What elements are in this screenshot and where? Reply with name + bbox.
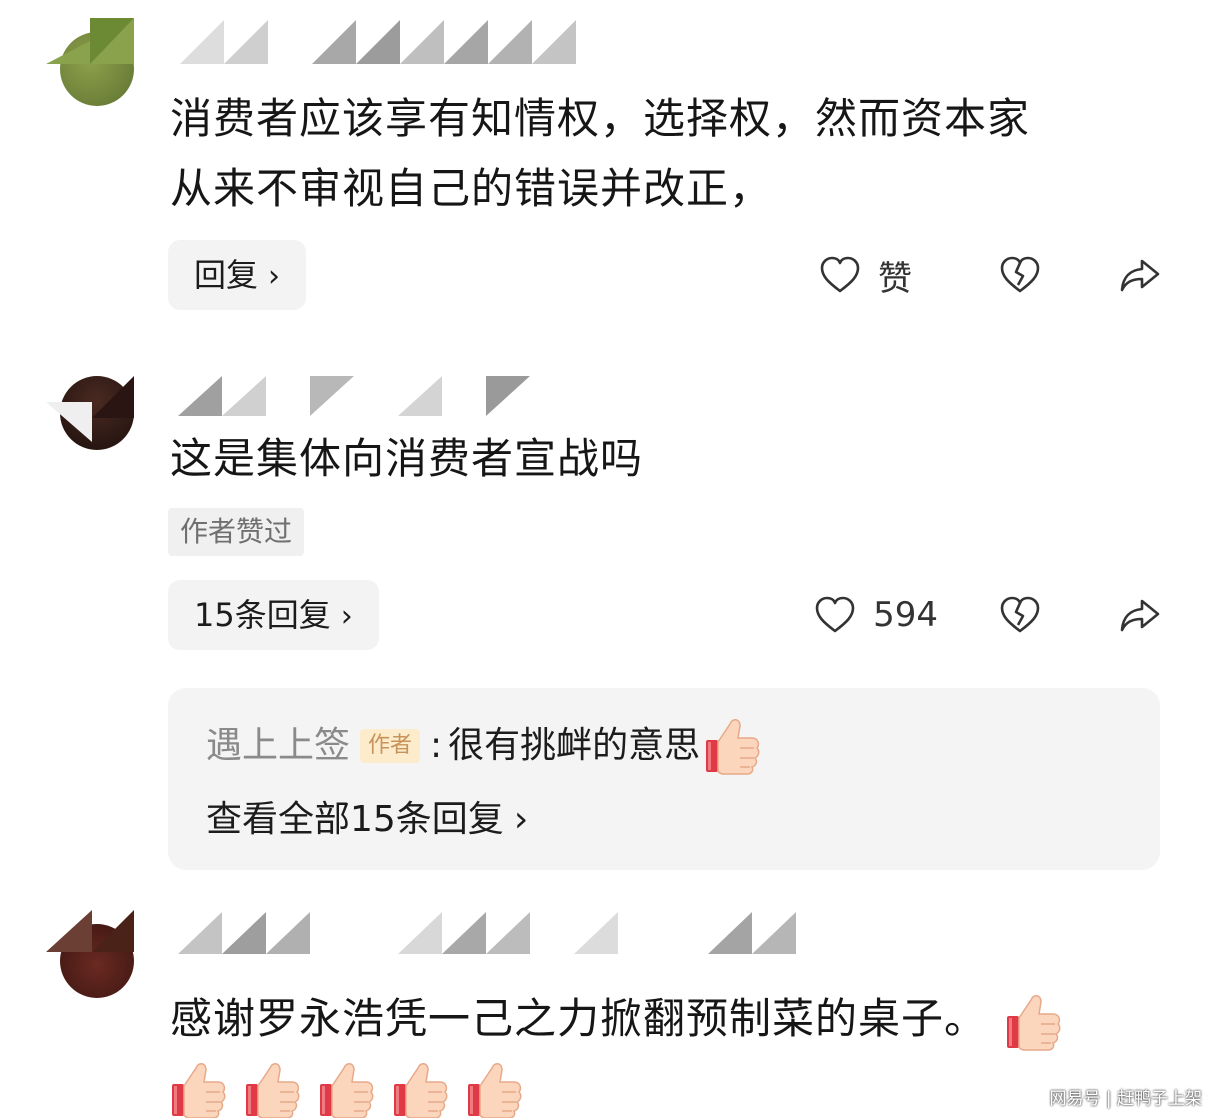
watermark: 网易号 | 赶鸭子上架 bbox=[1049, 1089, 1202, 1109]
comment-text: 消费者应该享有知情权，选择权，然而资本家 从来不审视自己的错误并改正， bbox=[170, 84, 1150, 224]
heart-icon bbox=[818, 253, 862, 297]
reply-count-label: 15条回复 bbox=[194, 596, 331, 634]
comment-actions: 594 bbox=[813, 580, 1162, 650]
author-liked-tag: 作者赞过 bbox=[168, 508, 305, 556]
view-all-replies-link[interactable]: 查看全部15条回复 › bbox=[206, 792, 528, 848]
heart-icon bbox=[813, 593, 857, 637]
thumbs-up-emoji bbox=[704, 714, 760, 778]
like-button[interactable]: 594 bbox=[813, 593, 938, 637]
thumbs-up-emoji bbox=[170, 1058, 226, 1118]
thumbs-up-emoji bbox=[1005, 990, 1061, 1054]
nested-reply: 遇上上签 作者 : 很有挑衅的意思 bbox=[206, 714, 760, 778]
thumbs-up-emoji-row bbox=[170, 1058, 522, 1118]
avatar[interactable] bbox=[46, 362, 138, 454]
author-badge: 作者 bbox=[360, 729, 421, 763]
comment-text: 这是集体向消费者宣战吗 bbox=[170, 434, 644, 483]
comment-text-line-2: 从来不审视自己的错误并改正， bbox=[170, 164, 773, 213]
thumbs-up-emoji bbox=[318, 1058, 374, 1118]
like-button[interactable]: 赞 bbox=[818, 251, 938, 300]
broken-heart-icon[interactable] bbox=[998, 593, 1042, 637]
username-mosaic[interactable] bbox=[180, 20, 580, 80]
thumbs-up-emoji bbox=[244, 1058, 300, 1118]
reply-label: 回复 bbox=[194, 256, 259, 294]
avatar[interactable] bbox=[46, 910, 138, 1002]
comment-text: 感谢罗永浩凭一己之力掀翻预制菜的桌子。 bbox=[170, 984, 1180, 1054]
view-replies-button[interactable]: 15条回复 › bbox=[168, 580, 379, 650]
share-icon[interactable] bbox=[1118, 593, 1162, 637]
reply-button[interactable]: 回复 › bbox=[168, 240, 307, 310]
thumbs-up-emoji bbox=[466, 1058, 522, 1118]
avatar[interactable] bbox=[46, 18, 138, 110]
comment-actions: 赞 bbox=[818, 240, 1162, 310]
comment-text-line-1: 消费者应该享有知情权，选择权，然而资本家 bbox=[170, 94, 1031, 143]
reply-author-name[interactable]: 遇上上签 bbox=[206, 718, 350, 774]
chevron-right-icon: › bbox=[513, 799, 529, 840]
chevron-right-icon: › bbox=[268, 259, 281, 294]
like-count: 594 bbox=[873, 595, 938, 635]
reply-separator: : bbox=[430, 725, 443, 766]
reply-text: 很有挑衅的意思 bbox=[448, 725, 701, 766]
chevron-right-icon: › bbox=[340, 599, 353, 634]
share-icon[interactable] bbox=[1118, 253, 1162, 297]
broken-heart-icon[interactable] bbox=[998, 253, 1042, 297]
username-mosaic[interactable] bbox=[178, 912, 808, 972]
thumbs-up-emoji bbox=[392, 1058, 448, 1118]
comment-text-content: 感谢罗永浩凭一己之力掀翻预制菜的桌子。 bbox=[170, 994, 988, 1043]
like-label: 赞 bbox=[878, 258, 912, 299]
nested-reply-box[interactable]: 遇上上签 作者 : 很有挑衅的意思 查看全部15条回复 › bbox=[168, 688, 1160, 870]
view-all-label: 查看全部15条回复 bbox=[206, 799, 504, 840]
